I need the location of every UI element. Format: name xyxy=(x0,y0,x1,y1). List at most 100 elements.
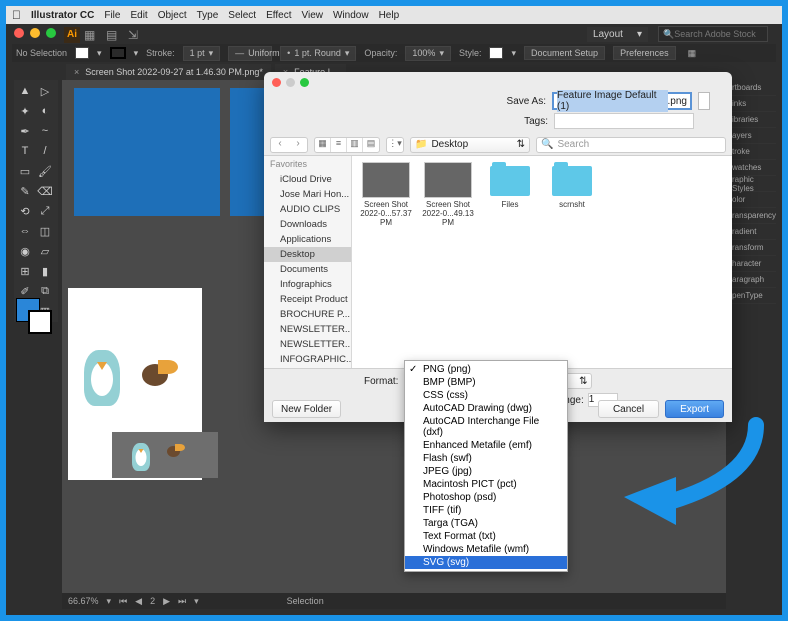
menu-help[interactable]: Help xyxy=(379,10,400,21)
panel-tab[interactable]: rtboards xyxy=(728,80,776,96)
dialog-search-input[interactable]: 🔍Search xyxy=(536,137,726,153)
format-option[interactable]: PNG (png) xyxy=(405,363,567,376)
panel-tab[interactable]: inks xyxy=(728,96,776,112)
panel-tab[interactable]: penType xyxy=(728,288,776,304)
brush-tool-icon[interactable]: 🖌 xyxy=(36,162,54,180)
stroke-color-icon[interactable] xyxy=(28,310,52,334)
menu-type[interactable]: Type xyxy=(197,10,219,21)
menu-file[interactable]: File xyxy=(104,10,120,21)
sidebar-item[interactable]: NEWSLETTER... xyxy=(264,322,351,337)
artboard-nav-dropdown-icon[interactable]: ▾ xyxy=(194,596,199,607)
stroke-weight-input[interactable]: 1 pt ▾ xyxy=(183,46,221,61)
format-option[interactable]: JPEG (jpg) xyxy=(405,465,567,478)
nav-fwd-icon[interactable]: › xyxy=(289,138,307,152)
window-minimize-icon[interactable] xyxy=(30,28,40,38)
workspace-switcher[interactable]: Layout▾ xyxy=(587,27,648,42)
fill-swatch[interactable] xyxy=(75,47,89,59)
sidebar-item[interactable]: INFOGRAPHIC... xyxy=(264,352,351,367)
dialog-zoom-icon[interactable] xyxy=(300,78,309,87)
scale-tool-icon[interactable]: ⤢ xyxy=(36,202,54,220)
shaper-tool-icon[interactable]: ✎ xyxy=(16,182,34,200)
panel-tab[interactable]: haracter xyxy=(728,256,776,272)
file-item[interactable]: Screen Shot 2022-0...57.37 PM xyxy=(358,162,414,227)
document-tab[interactable]: ×Screen Shot 2022-09-27 at 1.46.30 PM.pn… xyxy=(66,64,271,80)
format-option[interactable]: Windows Metafile (wmf) xyxy=(405,543,567,556)
format-option[interactable]: TIFF (tif) xyxy=(405,504,567,517)
close-tab-icon[interactable]: × xyxy=(74,67,79,77)
align-icon[interactable]: ▦ xyxy=(688,48,697,59)
nav-back-icon[interactable]: ‹ xyxy=(271,138,289,152)
file-item[interactable]: scrnsht xyxy=(544,162,600,227)
sidebar-item[interactable]: AUDIO CLIPS xyxy=(264,202,351,217)
opacity-input[interactable]: 100% ▾ xyxy=(405,46,451,61)
rectangle-tool-icon[interactable]: ▭ xyxy=(16,162,34,180)
adobe-stock-search[interactable]: 🔍 Search Adobe Stock xyxy=(658,26,768,42)
format-option[interactable]: BMP (BMP) xyxy=(405,376,567,389)
sidebar-item[interactable]: NEWSLETTER... xyxy=(264,337,351,352)
type-tool-icon[interactable]: T xyxy=(16,142,34,160)
view-gallery-icon[interactable]: ▤ xyxy=(363,138,379,152)
magic-wand-icon[interactable]: ✦ xyxy=(16,102,34,120)
app-name[interactable]: Illustrator CC xyxy=(31,10,94,21)
window-zoom-icon[interactable] xyxy=(46,28,56,38)
sidebar-item[interactable]: Receipt Product xyxy=(264,292,351,307)
panel-tab[interactable]: ransform xyxy=(728,240,776,256)
panel-tab[interactable]: ibraries xyxy=(728,112,776,128)
location-dropdown[interactable]: 📁Desktop⇅ xyxy=(410,137,530,153)
arrange-icon[interactable]: ⇲ xyxy=(128,28,142,42)
panel-tab[interactable]: aragraph xyxy=(728,272,776,288)
file-browser[interactable]: Screen Shot 2022-0...57.37 PMScreen Shot… xyxy=(352,156,732,368)
format-option[interactable]: Targa (TGA) xyxy=(405,517,567,530)
dialog-close-icon[interactable] xyxy=(272,78,281,87)
curvature-tool-icon[interactable]: ~ xyxy=(36,122,54,140)
new-folder-button[interactable]: New Folder xyxy=(272,400,341,418)
mesh-tool-icon[interactable]: ⊞ xyxy=(16,262,34,280)
bridge-icon[interactable]: ▦ xyxy=(84,28,98,42)
file-item[interactable]: Files xyxy=(482,162,538,227)
line-tool-icon[interactable]: / xyxy=(36,142,54,160)
format-option[interactable]: Flash (swf) xyxy=(405,452,567,465)
panel-tab[interactable]: troke xyxy=(728,144,776,160)
panel-tab[interactable]: raphic Styles xyxy=(728,176,776,192)
format-option[interactable]: Enhanced Metafile (emf) xyxy=(405,439,567,452)
format-option[interactable]: CSS (css) xyxy=(405,389,567,402)
direct-select-tool-icon[interactable]: ▷ xyxy=(36,82,54,100)
last-artboard-icon[interactable]: ⏭ xyxy=(178,596,186,607)
sidebar-item[interactable]: Infographics xyxy=(264,277,351,292)
sidebar-item[interactable]: iCloud Drive xyxy=(264,172,351,187)
menu-effect[interactable]: Effect xyxy=(266,10,291,21)
sidebar-item[interactable]: Applications xyxy=(264,232,351,247)
first-artboard-icon[interactable]: ⏮ xyxy=(119,596,127,607)
menu-view[interactable]: View xyxy=(301,10,323,21)
format-option[interactable]: Text Format (txt) xyxy=(405,530,567,543)
next-artboard-icon[interactable]: ▶ xyxy=(163,596,170,607)
gradient-tool-icon[interactable]: ▮ xyxy=(36,262,54,280)
zoom-level[interactable]: 66.67% xyxy=(68,596,99,606)
filename-input[interactable]: Feature Image Default (1).png xyxy=(552,92,692,110)
cancel-button[interactable]: Cancel xyxy=(598,400,659,418)
sidebar-item[interactable]: Documents xyxy=(264,262,351,277)
stroke-profile[interactable]: — Uniform ▾ xyxy=(228,46,272,61)
format-option[interactable]: Macintosh PICT (pct) xyxy=(405,478,567,491)
graphic-style[interactable] xyxy=(489,47,503,59)
stroke-swatch[interactable] xyxy=(110,47,126,59)
sidebar-item[interactable]: Jose Mari Hon... xyxy=(264,187,351,202)
format-option[interactable]: AutoCAD Drawing (dwg) xyxy=(405,402,567,415)
free-transform-icon[interactable]: ◫ xyxy=(36,222,54,240)
lasso-tool-icon[interactable]: ◐ xyxy=(36,102,54,120)
view-icons-icon[interactable]: ▦ xyxy=(315,138,331,152)
width-tool-icon[interactable]: ⇔ xyxy=(16,222,34,240)
sidebar-item[interactable]: BROCHURE P... xyxy=(264,307,351,322)
preferences-button[interactable]: Preferences xyxy=(613,46,676,60)
menu-edit[interactable]: Edit xyxy=(130,10,147,21)
artboard-number[interactable]: 2 xyxy=(150,596,155,606)
perspective-icon[interactable]: ▱ xyxy=(36,242,54,260)
window-close-icon[interactable] xyxy=(14,28,24,38)
panel-tab[interactable]: radient xyxy=(728,224,776,240)
panel-tab[interactable]: ayers xyxy=(728,128,776,144)
stock-icon[interactable]: ▤ xyxy=(106,28,120,42)
format-option[interactable]: SVG (svg) xyxy=(405,556,567,569)
apple-menu-icon[interactable]:  xyxy=(12,8,21,22)
doc-setup-button[interactable]: Document Setup xyxy=(524,46,605,60)
shape-builder-icon[interactable]: ◉ xyxy=(16,242,34,260)
